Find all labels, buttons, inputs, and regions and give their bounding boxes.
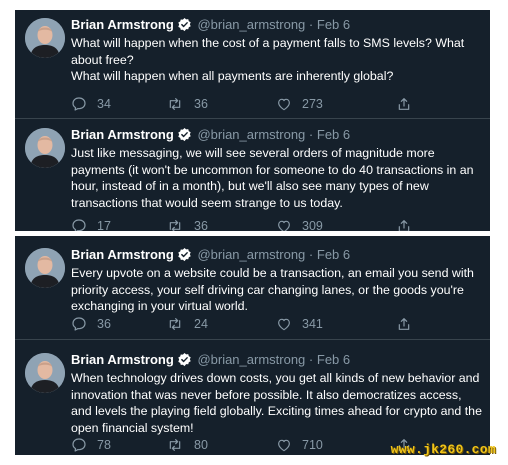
share-icon [396,316,422,332]
meta-separator: · [308,352,314,367]
retweet-button[interactable]: 24 [166,316,208,332]
reply-count: 17 [97,219,111,231]
tweet-text-paragraph: What will happen when the cost of a paym… [71,36,465,67]
tweet-text: Just like messaging, we will see several… [71,145,483,211]
reply-button[interactable]: 36 [71,316,111,332]
avatar[interactable] [25,18,65,58]
reply-icon [71,437,97,453]
tweet-date[interactable]: Feb 6 [317,352,350,367]
author-name[interactable]: Brian Armstrong [71,352,174,367]
retweet-icon [166,437,194,453]
avatar-image [25,128,65,168]
tweet-actions: 17 36 309 [71,218,471,231]
retweet-button[interactable]: 36 [166,96,208,112]
verified-badge-icon [177,127,192,146]
reply-count: 36 [97,317,111,331]
avatar[interactable] [25,353,65,393]
author-handle[interactable]: @brian_armstrong [197,247,305,262]
reply-count: 78 [97,438,111,452]
like-count: 710 [302,438,323,452]
like-icon [276,437,302,453]
author-name[interactable]: Brian Armstrong [71,127,174,142]
author-name[interactable]: Brian Armstrong [71,247,174,262]
reply-icon [71,316,97,332]
reply-button[interactable]: 78 [71,437,111,453]
verified-badge-icon [177,247,192,266]
like-count: 309 [302,219,323,231]
retweet-count: 80 [194,438,208,452]
share-icon [396,96,422,112]
retweet-button[interactable]: 36 [166,218,208,231]
meta-separator: · [308,127,314,142]
avatar[interactable] [25,128,65,168]
share-button[interactable] [396,218,422,231]
site-watermark: www.jk260.com [390,442,496,457]
tweet-actions: 34 36 273 [71,96,471,114]
tweet-text: Every upvote on a website could be a tra… [71,265,483,315]
tweet-header: Brian Armstrong @brian_armstrong · Feb 6 [71,246,350,266]
like-button[interactable]: 309 [276,218,323,231]
tweet-text-paragraph: Just like messaging, we will see several… [71,146,474,210]
tweet[interactable]: Brian Armstrong @brian_armstrong · Feb 6… [15,124,490,231]
screenshot-panel-top: Brian Armstrong @brian_armstrong · Feb 6… [15,10,490,231]
tweet-actions: 36 24 341 [71,316,471,334]
avatar-image [25,18,65,58]
reply-button[interactable]: 17 [71,218,111,231]
tweet-divider [15,339,490,340]
tweet-header: Brian Armstrong @brian_armstrong · Feb 6 [71,126,350,146]
retweet-count: 36 [194,219,208,231]
reply-button[interactable]: 34 [71,96,111,112]
tweet[interactable]: Brian Armstrong @brian_armstrong · Feb 6… [15,244,490,336]
tweet-header: Brian Armstrong @brian_armstrong · Feb 6 [71,16,350,36]
tweet-text-paragraph: Every upvote on a website could be a tra… [71,266,474,313]
author-name[interactable]: Brian Armstrong [71,17,174,32]
share-button[interactable] [396,316,422,332]
verified-badge-icon [177,352,192,371]
share-icon [396,218,422,231]
like-count: 341 [302,317,323,331]
retweet-icon [166,96,194,112]
avatar-image [25,353,65,393]
tweet-date[interactable]: Feb 6 [317,127,350,142]
avatar-image [25,248,65,288]
tweet[interactable]: Brian Armstrong @brian_armstrong · Feb 6… [15,349,490,453]
reply-icon [71,96,97,112]
like-icon [276,218,302,231]
meta-separator: · [308,247,314,262]
like-button[interactable]: 341 [276,316,323,332]
screenshot-panel-bottom: Brian Armstrong @brian_armstrong · Feb 6… [15,236,490,455]
verified-badge-icon [177,17,192,36]
author-handle[interactable]: @brian_armstrong [197,127,305,142]
avatar[interactable] [25,248,65,288]
like-button[interactable]: 710 [276,437,323,453]
reply-count: 34 [97,97,111,111]
tweet-text-paragraph: What will happen when all payments are i… [71,69,394,83]
like-icon [276,96,302,112]
meta-separator: · [308,17,314,32]
like-button[interactable]: 273 [276,96,323,112]
share-button[interactable] [396,96,422,112]
tweet-date[interactable]: Feb 6 [317,247,350,262]
author-handle[interactable]: @brian_armstrong [197,17,305,32]
retweet-icon [166,316,194,332]
retweet-count: 24 [194,317,208,331]
tweet-text: When technology drives down costs, you g… [71,370,483,436]
tweet-date[interactable]: Feb 6 [317,17,350,32]
retweet-count: 36 [194,97,208,111]
like-count: 273 [302,97,323,111]
author-handle[interactable]: @brian_armstrong [197,352,305,367]
like-icon [276,316,302,332]
retweet-button[interactable]: 80 [166,437,208,453]
reply-icon [71,218,97,231]
tweet-text-paragraph: When technology drives down costs, you g… [71,371,482,435]
tweet-header: Brian Armstrong @brian_armstrong · Feb 6 [71,351,350,371]
tweet[interactable]: Brian Armstrong @brian_armstrong · Feb 6… [15,14,490,118]
tweet-divider [15,118,490,119]
tweet-text: What will happen when the cost of a paym… [71,35,483,85]
retweet-icon [166,218,194,231]
